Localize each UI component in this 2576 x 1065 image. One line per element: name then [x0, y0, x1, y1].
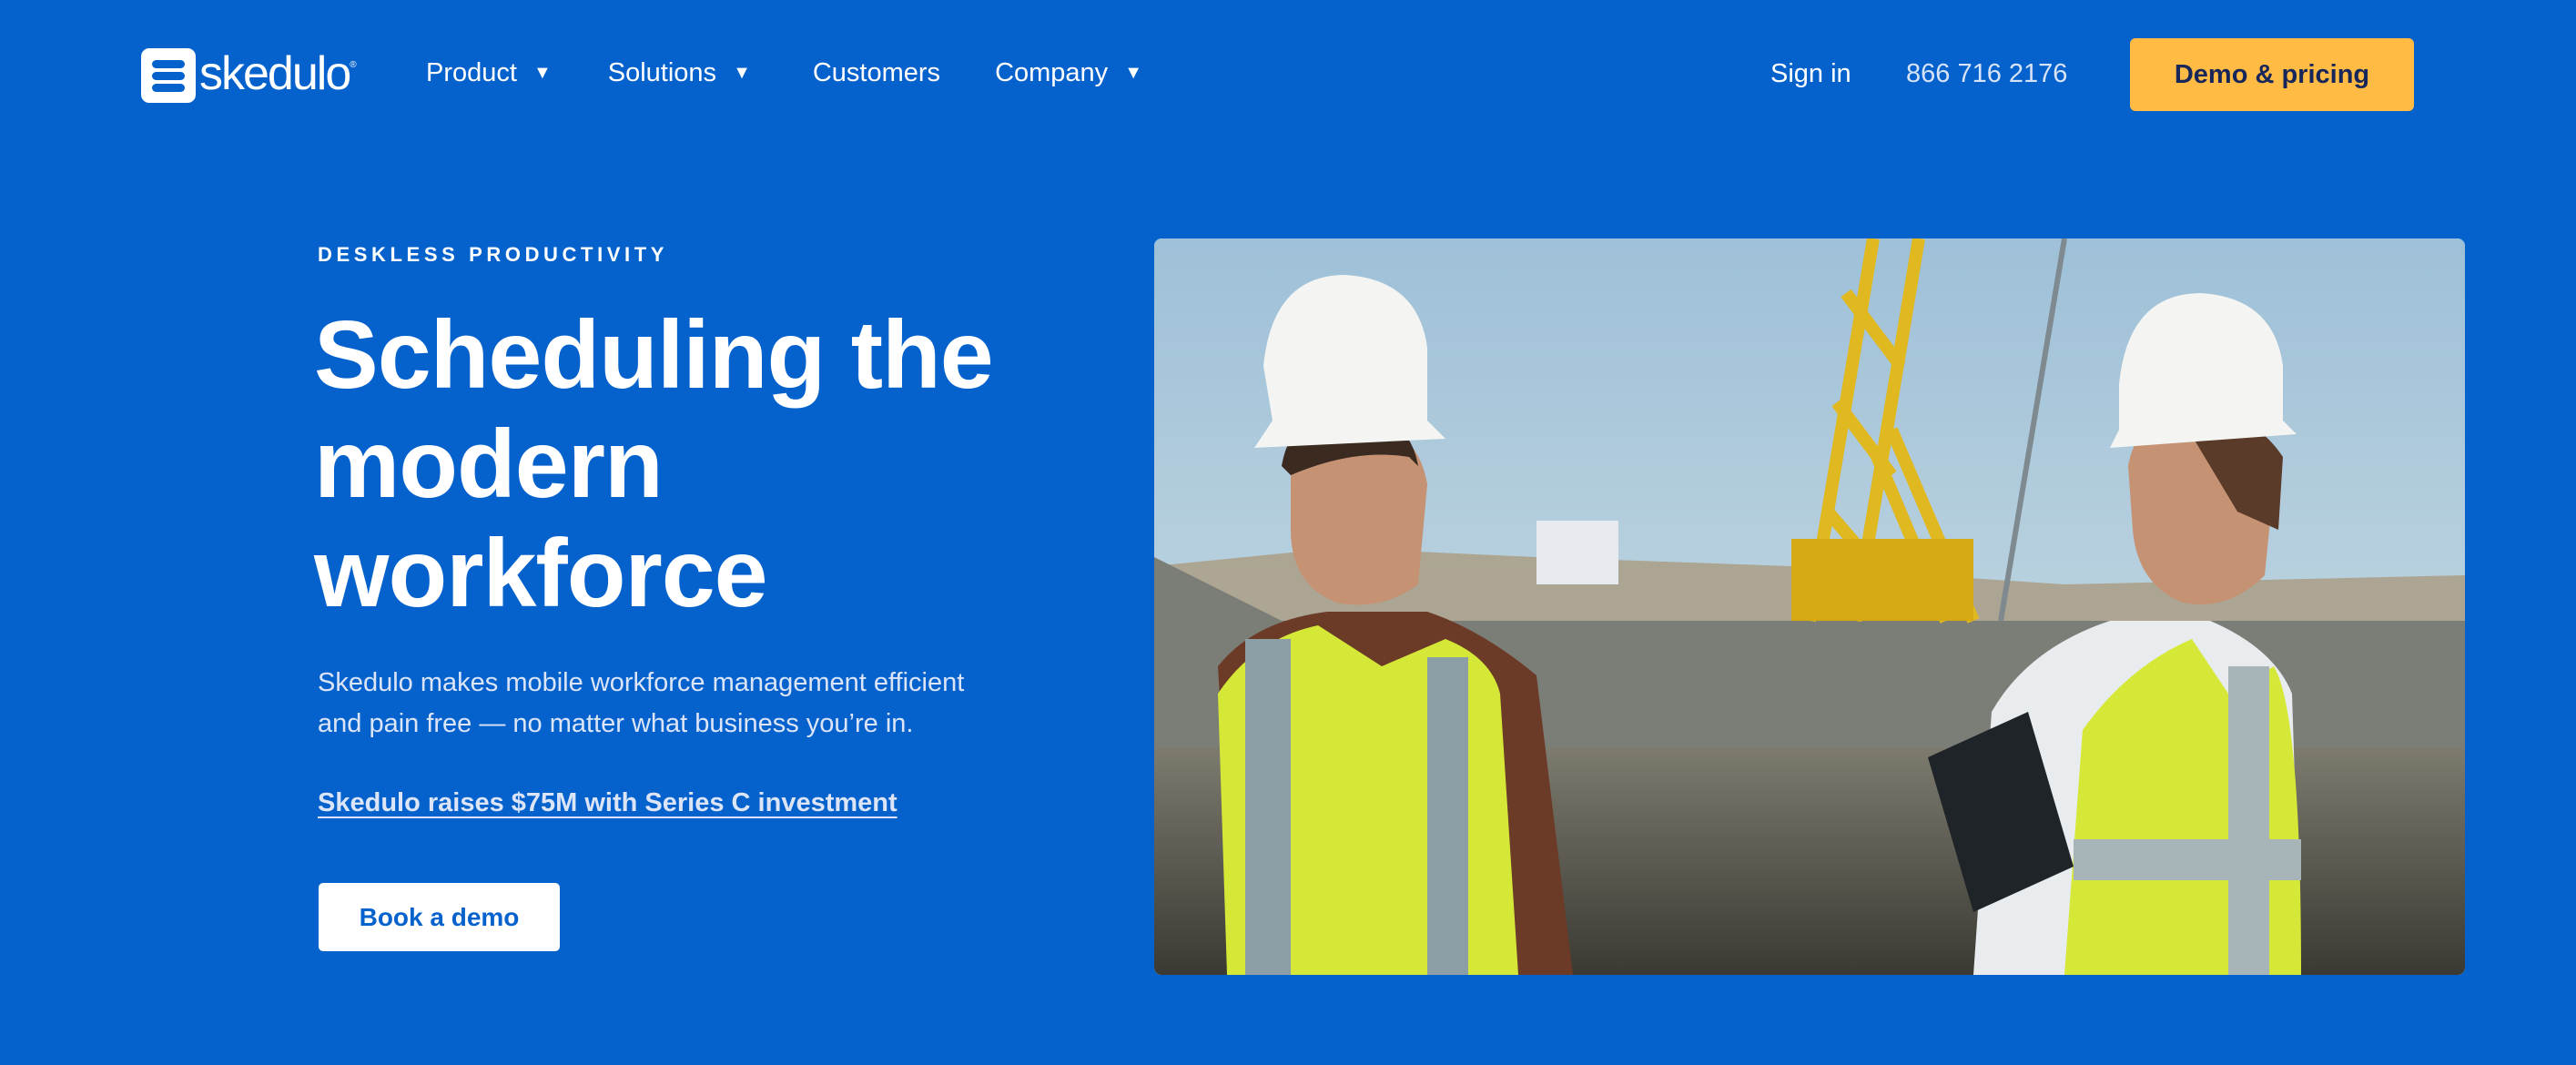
hero-eyebrow: DESKLESS PRODUCTIVITY — [318, 243, 669, 266]
trailer — [1536, 521, 1618, 584]
skedulo-logo[interactable]: skedulo ® — [141, 47, 357, 104]
main-nav: Product ▼ Solutions ▼ Customers Company … — [426, 58, 1142, 88]
nav-label-product: Product — [426, 58, 517, 87]
construction-workers-illustration — [1154, 238, 2465, 975]
nav-item-solutions[interactable]: Solutions ▼ — [608, 58, 751, 88]
logo-wordmark: skedulo — [199, 47, 351, 100]
chevron-down-icon: ▼ — [733, 63, 751, 83]
crane-body — [1791, 539, 1973, 621]
headline-line: Scheduling the — [314, 301, 994, 409]
hero-description: Skedulo makes mobile workforce managemen… — [318, 663, 1028, 745]
sign-in-link[interactable]: Sign in — [1770, 59, 1851, 89]
nav-label-company: Company — [995, 58, 1109, 87]
nav-label-customers: Customers — [812, 58, 941, 87]
nav-label-solutions: Solutions — [607, 58, 717, 87]
logo-mark-icon — [141, 48, 196, 103]
description-line: and pain free — no matter what business … — [318, 709, 914, 738]
hero-image — [1154, 238, 2465, 975]
chevron-down-icon: ▼ — [1124, 63, 1142, 83]
series-c-news-link[interactable]: Skedulo raises $75M with Series C invest… — [318, 788, 898, 818]
nav-item-company[interactable]: Company ▼ — [995, 58, 1142, 88]
nav-item-customers[interactable]: Customers — [813, 58, 940, 88]
phone-number-link[interactable]: 866 716 2176 — [1906, 59, 2067, 89]
book-demo-button[interactable]: Book a demo — [319, 883, 560, 951]
headline-line: workforce — [314, 520, 768, 627]
demo-pricing-button[interactable]: Demo & pricing — [2130, 38, 2414, 111]
headline-line: modern — [314, 411, 664, 518]
description-line: Skedulo makes mobile workforce managemen… — [318, 668, 965, 697]
nav-item-product[interactable]: Product ▼ — [426, 58, 552, 88]
chevron-down-icon: ▼ — [532, 63, 552, 83]
registered-mark: ® — [350, 60, 357, 70]
hero-headline: Scheduling the modern workforce — [314, 300, 994, 628]
